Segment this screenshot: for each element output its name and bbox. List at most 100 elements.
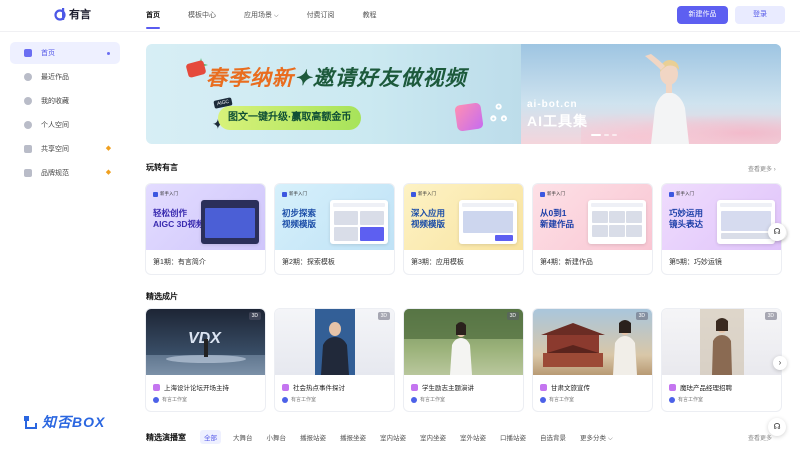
sidebar-item-personal[interactable]: 个人空间 [10, 114, 120, 136]
author-avatar-icon [669, 396, 675, 403]
clock-icon [24, 73, 32, 81]
work-card[interactable]: VDX 3D 上海设计论坛开场主持 有言工作室 [146, 309, 265, 411]
filter-chip-all[interactable]: 全部 [200, 430, 221, 444]
more-categories[interactable]: 更多分类 ⌵ [580, 432, 613, 443]
tutorial-card[interactable]: 新手入门 从0到1 新建作品 第4期：新建作品 [533, 184, 652, 274]
card-headline-line1: 巧妙运用 [669, 208, 704, 218]
card-headline-line2: 新建作品 [540, 219, 575, 229]
nav-home[interactable]: 首页 [146, 0, 160, 32]
card-headline-line2: AIGC 3D视频 [153, 219, 205, 229]
filter-chip[interactable]: 播报站姿 [300, 432, 326, 442]
video-icon [153, 383, 160, 391]
card-brand: 新手入门 [669, 191, 694, 197]
card-label: 第4期：新建作品 [540, 259, 593, 266]
card-brand: 新手入门 [282, 191, 307, 197]
tutorial-card[interactable]: 新手入门 巧妙运用 镜头表达 第5期：巧妙运镜 [662, 184, 781, 274]
work-title-text: 上海设计论坛开场主持 [164, 385, 229, 392]
badge-3d: 3D [764, 312, 777, 320]
headset-icon[interactable]: ☊ [768, 223, 786, 241]
badge-3d: 3D [506, 312, 519, 320]
watermark-logo-icon [24, 416, 37, 429]
author-avatar-icon [411, 396, 417, 403]
card-headline: 从0到1 新建作品 [540, 208, 574, 230]
sidebar-item-favorites[interactable]: 我的收藏 [10, 90, 120, 112]
more-categories-label: 更多分类 [580, 434, 606, 442]
nav-tutorials[interactable]: 教程 [363, 0, 377, 32]
work-author: 有言工作室 [282, 396, 316, 403]
section-title-play: 玩转有言 [146, 163, 178, 172]
headset-icon[interactable]: ☊ [768, 418, 786, 436]
banner-title: 春季纳新✦邀请好友做视频 [206, 62, 467, 92]
watermark: 知否BOX [22, 412, 105, 432]
sidebar-item-brand[interactable]: 品牌规范 ◆ [10, 162, 120, 184]
badge-3d: 3D [377, 312, 390, 320]
filter-chip[interactable]: 自选背景 [540, 432, 566, 442]
card-headline: 初步探索 视频模版 [282, 208, 316, 230]
crown-icon [24, 169, 32, 177]
section-title-studio: 精选演播室 [146, 432, 186, 442]
work-author: 有言工作室 [669, 396, 703, 403]
ai-bot-title: AI工具集 [527, 113, 588, 129]
carousel-dot[interactable] [612, 134, 617, 136]
sidebar-item-shared[interactable]: 共享空间 ◆ [10, 138, 120, 160]
diamond-icon: ◆ [105, 145, 112, 152]
card-headline: 轻松创作 AIGC 3D视频 [153, 208, 204, 230]
card-headline: 深入应用 视频模版 [411, 208, 445, 230]
sidebar-item-label: 品牌规范 [41, 170, 69, 177]
brand-mark-icon [540, 191, 545, 197]
new-work-button[interactable]: 新建作品 [677, 6, 728, 24]
work-card[interactable]: 3D 学生励志主题演讲 有言工作室 [404, 309, 523, 411]
chevron-down-icon: ⌵ [607, 434, 613, 442]
nav-subscription[interactable]: 付费订阅 [307, 0, 335, 32]
card-brand-label: 新手入门 [547, 191, 565, 196]
filter-chip[interactable]: 室内站姿 [380, 432, 406, 442]
card-label: 第2期：探索模板 [282, 259, 335, 266]
filter-chip[interactable]: 播报坐姿 [340, 432, 366, 442]
see-more-studio[interactable]: 查看更多 [748, 433, 772, 442]
sidebar-item-home[interactable]: 首页 [10, 42, 120, 64]
app-logo[interactable]: 有言 [54, 6, 91, 22]
filter-chip[interactable]: 室内坐姿 [420, 432, 446, 442]
nav-templates[interactable]: 模板中心 [188, 0, 216, 32]
video-icon [540, 383, 547, 391]
filter-chip[interactable]: 小舞台 [267, 432, 287, 442]
login-button[interactable]: 登录 [735, 6, 785, 24]
diamond-icon: ◆ [105, 169, 112, 176]
ai-bot-mark-icon: ஃ [490, 101, 508, 126]
tutorial-card[interactable]: 新手入门 初步探索 视频模版 第2期：探索模板 [275, 184, 394, 274]
sidebar-item-label: 首页 [41, 50, 55, 57]
tutorial-card[interactable]: 新手入门 轻松创作 AIGC 3D视频 第1期：有言简介 [146, 184, 265, 274]
card-headline: 巧妙运用 镜头表达 [669, 208, 703, 230]
filter-chip[interactable]: 口播站姿 [500, 432, 526, 442]
card-brand: 新手入门 [540, 191, 565, 197]
work-card[interactable]: 3D 社会热点事件探讨 有言工作室 [275, 309, 394, 411]
filter-chip[interactable]: 大舞台 [233, 432, 253, 442]
ai-bot-logo: ஃ ai-bot.cn AI工具集 [490, 98, 625, 132]
author-avatar-icon [153, 396, 159, 403]
work-card[interactable]: 3D 甘肃文旅宣传 有言工作室 [533, 309, 652, 411]
card-headline-line1: 轻松创作 [153, 208, 188, 218]
brand-mark-icon [282, 191, 287, 197]
work-title-text: 甘肃文旅宣传 [551, 385, 590, 392]
card-preview-mock [201, 200, 259, 244]
card-headline-line2: 镜头表达 [669, 219, 704, 229]
works-next-button[interactable]: › [773, 356, 787, 370]
work-title: 上海设计论坛开场主持 [153, 382, 229, 392]
filter-chip[interactable]: 室外站姿 [460, 432, 486, 442]
presenter-scene [700, 309, 744, 375]
tutorial-card[interactable]: 新手入门 深入应用 视频模版 第3期：应用模板 [404, 184, 523, 274]
grid-icon [24, 145, 32, 153]
promo-banner[interactable]: 春季纳新✦邀请好友做视频 AIGC ✦ 图文一键升级·赢取高额金币 ஃ ai-b… [146, 44, 781, 144]
carousel-dot[interactable] [591, 134, 601, 136]
see-more-label: 查看更多 [748, 167, 773, 173]
see-more-play[interactable]: 查看更多 › [748, 164, 776, 173]
nav-scenarios[interactable]: 应用场景 ⌵ [244, 0, 279, 32]
work-card[interactable]: 3D 魔珐产品经理招聘 有言工作室 [662, 309, 781, 411]
carousel-dots[interactable] [591, 134, 617, 136]
card-brand-label: 新手入门 [418, 191, 436, 196]
watermark-text: 知否BOX [42, 414, 106, 430]
sidebar-item-recent[interactable]: 最近作品 [10, 66, 120, 88]
carousel-dot[interactable] [604, 134, 609, 136]
card-brand-label: 新手入门 [160, 191, 178, 196]
pavilion-scene [541, 320, 637, 375]
